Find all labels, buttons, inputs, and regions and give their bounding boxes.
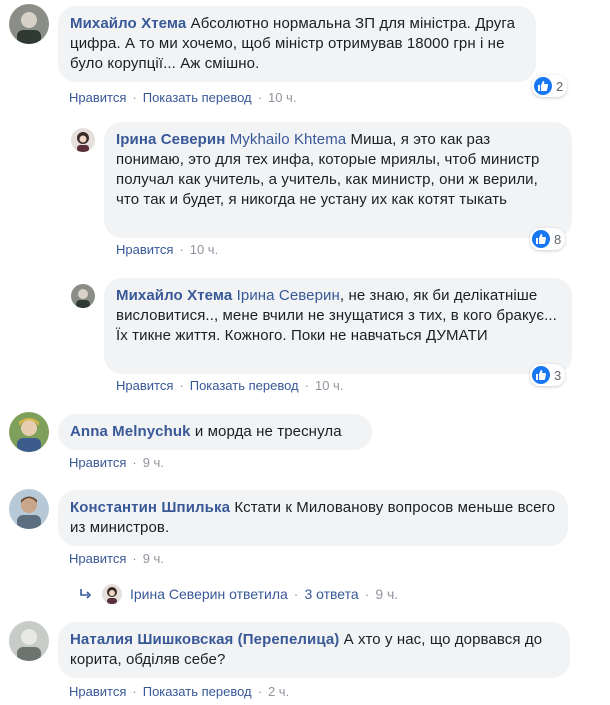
like-count: 2: [556, 78, 564, 94]
like-button[interactable]: Нравится: [69, 551, 126, 566]
comment-actions: Нравится · 10 ч.: [116, 242, 219, 257]
avatar[interactable]: [9, 621, 49, 661]
avatar[interactable]: [9, 412, 49, 452]
thumbs-up-icon: [532, 366, 550, 384]
like-reaction[interactable]: 3: [530, 364, 566, 386]
avatar: [102, 584, 122, 604]
comment-actions: Нравится · Показать перевод · 10 ч.: [69, 90, 297, 105]
timestamp[interactable]: 10 ч.: [315, 378, 343, 393]
comment-actions: Нравится · 9 ч.: [69, 551, 164, 566]
timestamp[interactable]: 9 ч.: [143, 455, 164, 470]
timestamp[interactable]: 10 ч.: [190, 242, 218, 257]
author-name[interactable]: Ірина Северин: [116, 131, 225, 148]
avatar[interactable]: [9, 4, 49, 44]
replied-by-text[interactable]: Ірина Северин ответила: [130, 586, 288, 602]
translate-link[interactable]: Показать перевод: [190, 378, 299, 393]
comment-bubble: Ірина Северин Mykhailo Khtema Миша, я эт…: [104, 122, 572, 238]
author-name[interactable]: Anna Melnychuk: [70, 423, 191, 440]
mention-link[interactable]: Ірина Северин: [237, 287, 340, 304]
timestamp: 9 ч.: [375, 586, 399, 602]
avatar[interactable]: [9, 489, 49, 529]
translate-link[interactable]: Показать перевод: [143, 684, 252, 699]
like-reaction[interactable]: 2: [532, 75, 568, 97]
author-name[interactable]: Константин Шпилька: [70, 499, 230, 516]
reply-count[interactable]: 3 ответа: [304, 586, 358, 602]
like-button[interactable]: Нравится: [69, 455, 126, 470]
timestamp[interactable]: 10 ч.: [268, 90, 296, 105]
comment-bubble: Anna Melnychuk и морда не треснула: [58, 414, 372, 450]
like-count: 8: [554, 231, 562, 247]
comment-bubble: Наталия Шишковская (Перепелица) А хто у …: [58, 622, 570, 678]
author-name[interactable]: Михайло Хтема: [70, 15, 186, 32]
comment-bubble: Константин Шпилька Кстати к Милованову в…: [58, 490, 568, 546]
comment-actions: Нравится · Показать перевод · 2 ч.: [69, 684, 290, 699]
author-name[interactable]: Михайло Хтема: [116, 287, 232, 304]
like-button[interactable]: Нравится: [116, 378, 173, 393]
comment-bubble: Михайло Хтема Абсолютно нормальна ЗП для…: [58, 6, 536, 82]
timestamp[interactable]: 9 ч.: [143, 551, 164, 566]
comment-bubble: Михайло Хтема Ірина Северин, не знаю, як…: [104, 278, 572, 374]
mention-link[interactable]: Mykhailo Khtema: [230, 131, 347, 148]
comment-actions: Нравится · Показать перевод · 10 ч.: [116, 378, 344, 393]
like-button[interactable]: Нравится: [69, 684, 126, 699]
thumbs-up-icon: [534, 77, 552, 95]
like-button[interactable]: Нравится: [69, 90, 126, 105]
view-replies[interactable]: Ірина Северин ответила · 3 ответа · 9 ч.: [78, 584, 398, 604]
reply-arrow-icon: [80, 589, 92, 599]
avatar[interactable]: [71, 284, 95, 308]
comment-text: и морда не треснула: [194, 423, 342, 440]
like-reaction[interactable]: 8: [530, 228, 566, 250]
avatar[interactable]: [71, 128, 95, 152]
like-count: 3: [554, 367, 562, 383]
like-button[interactable]: Нравится: [116, 242, 173, 257]
thumbs-up-icon: [532, 230, 550, 248]
timestamp[interactable]: 2 ч.: [268, 684, 289, 699]
author-name[interactable]: Наталия Шишковская (Перепелица): [70, 631, 339, 648]
translate-link[interactable]: Показать перевод: [143, 90, 252, 105]
comment-actions: Нравится · 9 ч.: [69, 455, 164, 470]
